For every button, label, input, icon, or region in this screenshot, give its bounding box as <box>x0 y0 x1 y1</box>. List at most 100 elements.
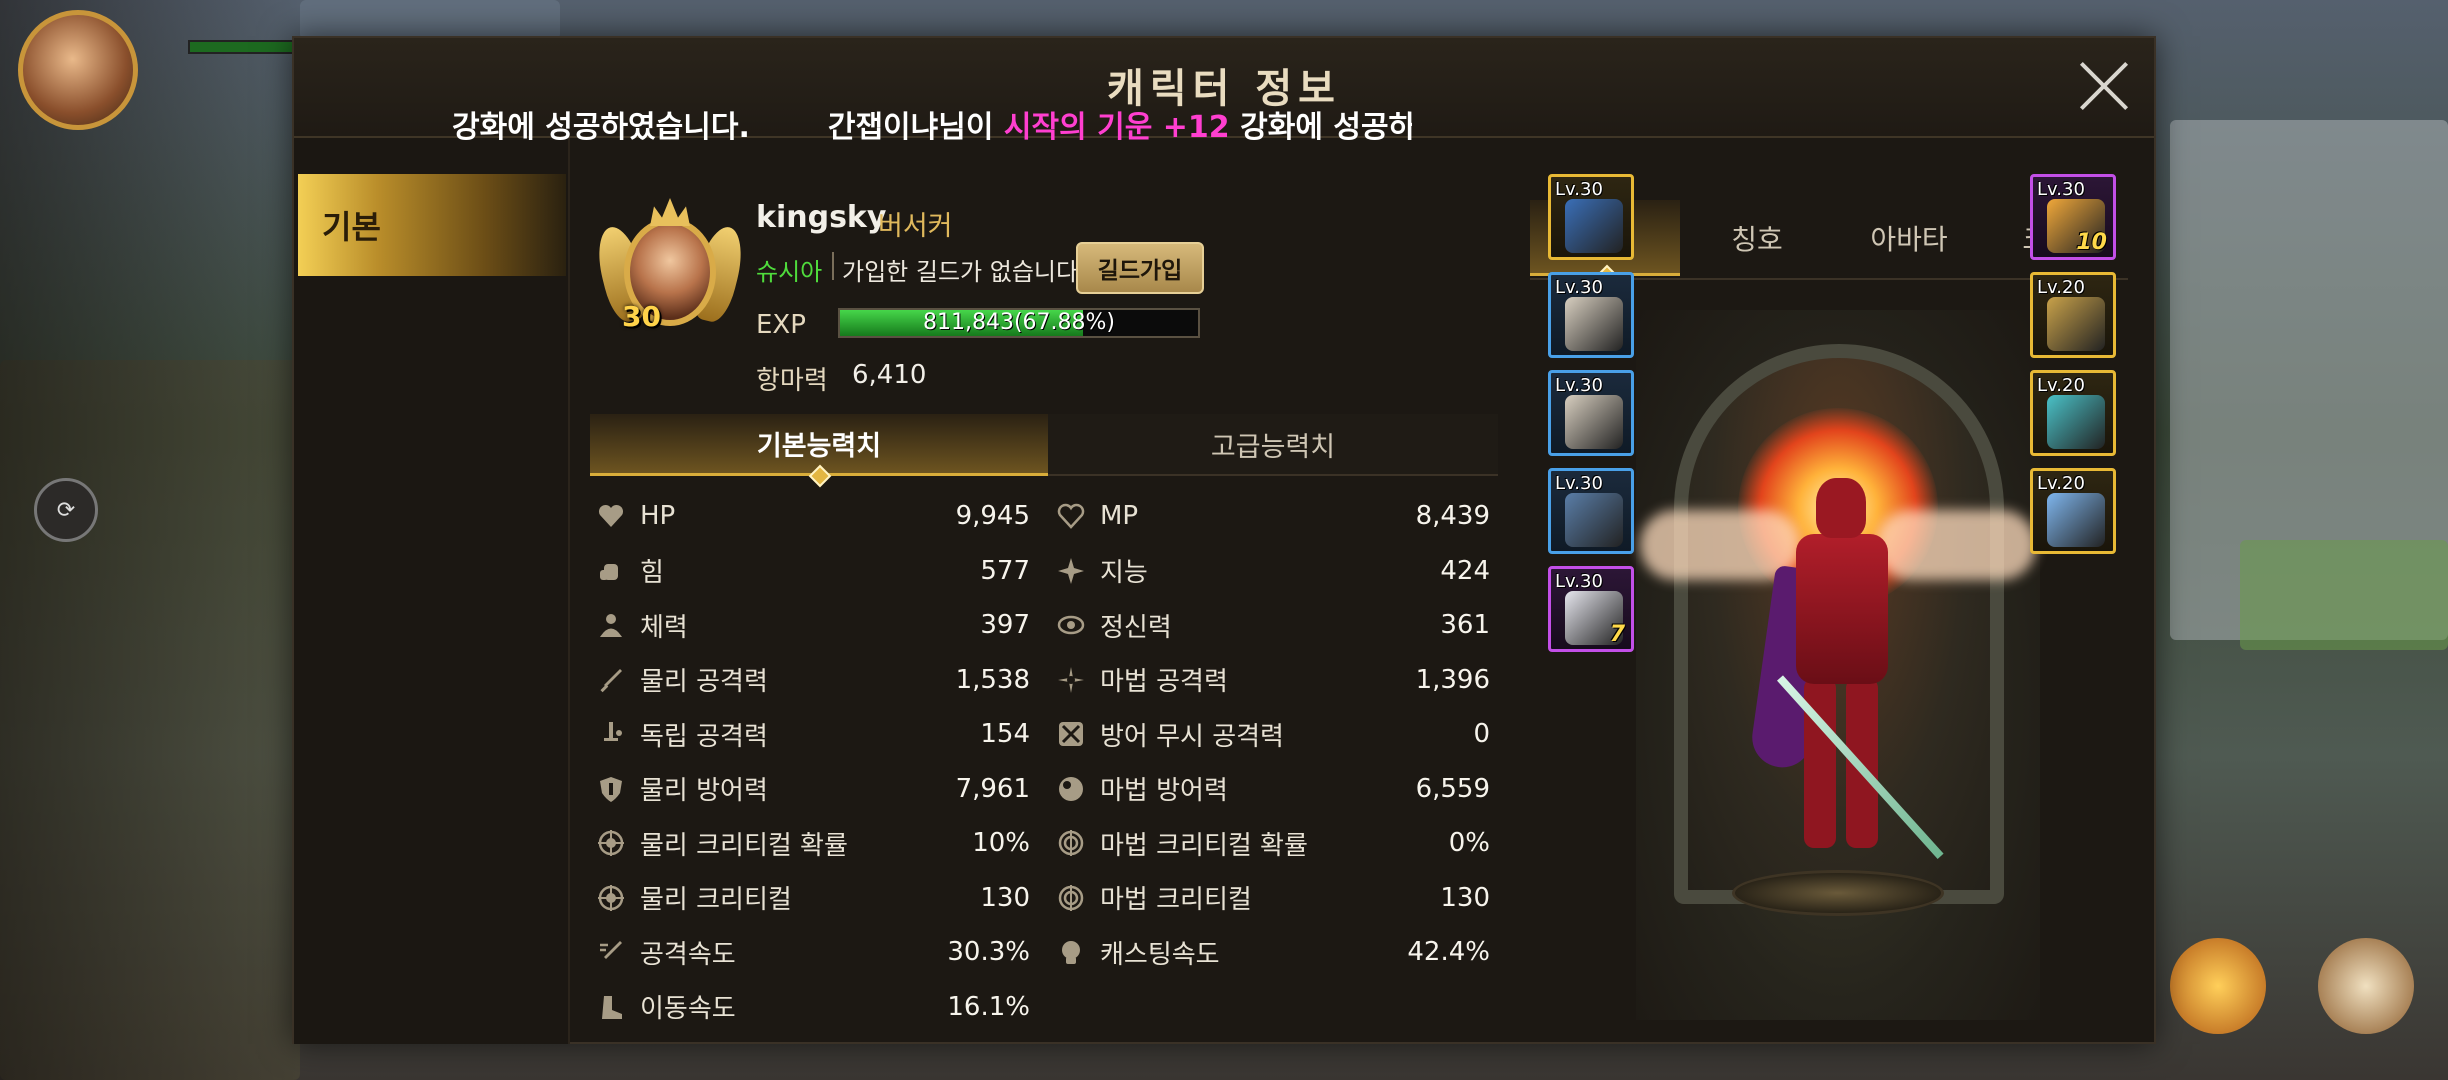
casting-icon <box>1054 935 1088 969</box>
stat-label: MP <box>1100 501 1139 531</box>
stat-label: 마법 크리티컬 <box>1100 885 1252 915</box>
ticker-item-name: 시작의 기운 +12 <box>1003 110 1230 145</box>
equipment-tab[interactable]: 아바타 <box>1834 200 1984 276</box>
shield-icon <box>594 772 628 806</box>
magic-crosshair-icon <box>1054 881 1088 915</box>
stat-row: 공격속도 30.3% <box>590 932 1038 972</box>
item-level: Lv.30 <box>1555 375 1603 396</box>
stat-label: 물리 크리티컬 확률 <box>640 830 848 861</box>
side-tab-basic[interactable]: 기본 <box>298 174 566 276</box>
orb-icon <box>1054 772 1088 806</box>
hud-shop-icon[interactable] <box>2318 938 2414 1034</box>
stat-value: 30.3% <box>947 937 1030 967</box>
character-level: 30 <box>622 300 661 333</box>
tab-advanced-stats[interactable]: 고급능력치 <box>1048 414 1498 476</box>
item-level: Lv.30 <box>2037 179 2085 200</box>
hud-event-icon[interactable] <box>2170 938 2266 1034</box>
character-class: 버서커 <box>878 211 953 242</box>
equipment-slot[interactable]: Lv.30 10 <box>2030 174 2116 260</box>
item-level: Lv.20 <box>2037 473 2085 494</box>
stat-row: 마법 크리티컬 확률 0% <box>1050 823 1498 863</box>
item-level: Lv.30 <box>1555 179 1603 200</box>
belt-icon <box>1565 493 1623 547</box>
stat-row: 힘 577 <box>590 551 1038 591</box>
stat-label: 체력 <box>640 612 688 643</box>
stat-row: 마법 공격력 1,396 <box>1050 660 1498 700</box>
hud-hp-bar <box>188 40 308 54</box>
stat-value: 16.1% <box>947 991 1030 1022</box>
close-icon[interactable] <box>2076 58 2132 114</box>
hud-auto-button[interactable]: ⟳ <box>34 478 98 542</box>
hud-shade <box>0 0 300 1080</box>
join-guild-button[interactable]: 길드가입 <box>1076 242 1204 294</box>
crown-icon <box>650 198 690 226</box>
equipment-slot[interactable]: Lv.30 <box>1548 370 1634 456</box>
leg-armor-icon <box>1565 395 1623 449</box>
stat-label: 마법 크리티컬 확률 <box>1100 830 1308 861</box>
character-model <box>1748 478 1944 868</box>
stat-row: 지능 424 <box>1050 551 1498 591</box>
stat-row: 마법 방어력 6,559 <box>1050 769 1498 809</box>
side-tab-label: 기본 <box>322 208 381 246</box>
preview-pedestal <box>1732 870 1944 916</box>
ticker-message-2-prefix: 간잽이냐님이 <box>827 110 1004 145</box>
equipment-slot[interactable]: Lv.20 <box>2030 272 2116 358</box>
stat-label: 독립 공격력 <box>640 721 768 752</box>
stat-value: 577 <box>980 555 1030 586</box>
equipment-slot[interactable]: Lv.30 <box>1548 272 1634 358</box>
stat-row: MP 8,439 <box>1050 496 1498 536</box>
stat-row: 이동속도 16.1% <box>590 987 1038 1027</box>
divider <box>832 252 834 280</box>
background-hedge <box>2240 540 2448 650</box>
bracelet-icon <box>2047 297 2105 351</box>
item-level: Lv.20 <box>2037 277 2085 298</box>
heart-outline-icon <box>1054 499 1088 533</box>
background-roof <box>300 0 560 40</box>
necklace-icon <box>2047 395 2105 449</box>
item-level: Lv.30 <box>1555 571 1603 592</box>
exp-value: 811,843(67.88%) <box>922 310 1116 335</box>
equipment-slot[interactable]: Lv.30 7 <box>1548 566 1634 652</box>
hud-player-avatar[interactable] <box>18 10 138 130</box>
stat-label: 캐스팅속도 <box>1100 939 1220 970</box>
fist-icon <box>594 554 628 588</box>
item-level: Lv.30 <box>1555 277 1603 298</box>
heart-icon <box>594 499 628 533</box>
stat-value: 361 <box>1440 610 1490 640</box>
character-helmet <box>1816 478 1866 538</box>
item-level: Lv.30 <box>1555 473 1603 494</box>
equipment-slot[interactable]: Lv.20 <box>2030 370 2116 456</box>
crossed-swords-icon <box>1054 717 1088 751</box>
stat-label: 방어 무시 공격력 <box>1100 721 1284 752</box>
sparkle-icon <box>1054 554 1088 588</box>
stat-value: 8,439 <box>1415 501 1490 531</box>
eye-icon <box>1054 608 1088 642</box>
stat-value: 1,538 <box>955 664 1030 695</box>
equipment-slot[interactable]: Lv.20 <box>2030 468 2116 554</box>
equipment-slot[interactable]: Lv.30 <box>1548 174 1634 260</box>
item-level: Lv.20 <box>2037 375 2085 396</box>
sword-icon <box>594 663 628 697</box>
equipment-slot[interactable]: Lv.30 <box>1548 468 1634 554</box>
stat-row: 물리 크리티컬 확률 10% <box>590 823 1038 863</box>
magic-crosshair-icon <box>1054 826 1088 860</box>
stat-label: 이동속도 <box>640 994 736 1024</box>
stat-label: 힘 <box>640 558 664 588</box>
stat-label: 마법 공격력 <box>1100 667 1228 697</box>
stat-label: HP <box>640 501 676 531</box>
exp-label: EXP <box>756 310 806 340</box>
stat-value: 424 <box>1440 555 1490 586</box>
stat-row: 물리 크리티컬 130 <box>590 878 1038 918</box>
stat-row: 정신력 361 <box>1050 605 1498 645</box>
independent-sword-icon <box>594 717 628 751</box>
magic-star-icon <box>1054 663 1088 697</box>
stat-label: 공격속도 <box>640 939 736 970</box>
equipment-tab[interactable]: 칭호 <box>1682 200 1832 276</box>
stat-value: 7,961 <box>955 773 1030 804</box>
character-emblem: 30 <box>590 198 750 344</box>
stat-label: 물리 방어력 <box>640 776 768 806</box>
stat-value: 154 <box>980 719 1030 749</box>
boot-icon <box>594 990 628 1024</box>
stat-label: 물리 공격력 <box>640 667 768 697</box>
stat-row: HP 9,945 <box>590 496 1038 536</box>
